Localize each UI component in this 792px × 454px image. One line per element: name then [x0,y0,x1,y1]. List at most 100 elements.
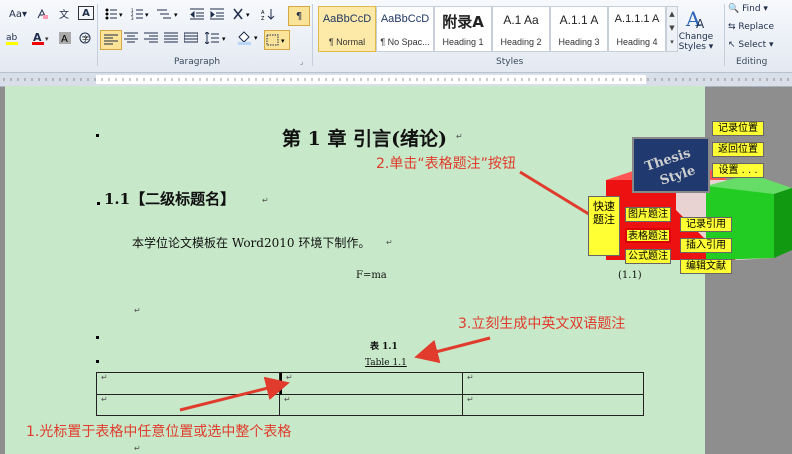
paragraph-group-label: Paragraph [174,57,221,67]
borders-button[interactable]: ▾ [264,30,290,50]
thesis-logo: Thesis Style [632,137,710,193]
ribbon: Aa▾ 文 A ab A ▾ A 字 ▾ 1 2 3 ▾ ▾ ▾ AZ ¶ ▾ … [0,0,792,73]
horizontal-ruler[interactable] [0,73,792,87]
thesis-logo-image: Thesis Style [634,139,708,191]
style-name: Heading 1 [442,37,484,47]
svg-text:▾: ▾ [119,11,123,19]
caption-chinese: 表 1.1 [370,342,398,352]
settings-button[interactable]: 设置 . . . [712,163,764,178]
distributed-icon[interactable] [182,30,200,46]
return-position-button[interactable]: 返回位置 [712,142,764,157]
svg-text:ab: ab [6,33,18,43]
justify-icon[interactable] [162,30,180,46]
style-name: Heading 4 [616,37,658,47]
section-heading: 1.1【二级标题名】 [104,190,236,208]
table-cell[interactable]: ↵ [97,395,280,415]
character-border-icon[interactable]: A [78,6,94,20]
numbering-icon[interactable]: 1 2 3 ▾ [130,6,152,22]
formula-caption-button[interactable]: 公式题注 [625,249,671,264]
paragraph-mark [97,202,100,205]
line-spacing-icon[interactable]: ▾ [204,30,230,46]
return-mark: ↵ [262,196,269,205]
figure-caption-button[interactable]: 图片题注 [625,207,671,222]
style-heading-3[interactable]: A.1.1 A Heading 3 [550,6,608,52]
align-right-icon[interactable] [142,30,160,46]
enclose-characters-icon[interactable]: 字 [78,30,92,46]
sort-icon[interactable]: AZ [260,6,276,22]
phonetic-guide-icon[interactable]: 文 [58,6,72,22]
change-styles-button[interactable]: AA Change Styles ▾ [678,6,714,54]
svg-text:▾: ▾ [281,37,285,45]
style-preview: AaBbCcD [322,13,372,25]
group-separator [312,4,313,66]
align-left-button[interactable] [100,30,122,50]
change-case-button[interactable]: Aa▾ [6,6,30,22]
editing-group-label: Editing [736,57,768,67]
style-heading-4[interactable]: A.1.1.1 A Heading 4 [608,6,666,52]
style-heading-1[interactable]: 附录A Heading 1 [434,6,492,52]
replace-label: Replace [738,22,775,32]
return-mark: ↵ [456,132,463,141]
record-reference-button[interactable]: 记录引用 [680,217,732,232]
svg-text:▾: ▾ [45,35,49,43]
group-separator [97,4,98,66]
replace-button[interactable]: ⇆ Replace [728,22,774,32]
annotation-step-2: 2.单击“表格题注”按钮 [376,156,516,172]
quick-caption-label: 快速题注 [588,196,620,256]
multilevel-list-icon[interactable]: ▾ [156,6,182,22]
styles-group-label: Styles [496,57,524,67]
style-heading-2[interactable]: A.1 Aa Heading 2 [492,6,550,52]
character-shading-icon[interactable]: A [58,30,72,46]
insert-reference-button[interactable]: 插入引用 [680,238,732,253]
svg-text:Z: Z [261,16,265,20]
document-table[interactable]: ↵ ↵ ↵ ↵ ↵ ↵ [96,372,644,416]
change-styles-icon: AA [685,7,705,30]
ruler-ticks [3,75,789,84]
chinese-layout-icon[interactable]: ▾ [232,6,254,22]
return-mark: ↵ [134,444,141,453]
svg-text:字: 字 [82,34,89,43]
return-mark: ↵ [386,238,393,247]
svg-text:▾: ▾ [254,34,258,42]
table-cell[interactable]: ↵ [463,373,643,395]
table-cell[interactable]: ↵ [463,395,643,415]
replace-icon: ⇆ [728,22,736,32]
select-button[interactable]: ↖ Select ▾ [728,40,774,50]
svg-text:▾: ▾ [174,11,178,19]
increase-indent-icon[interactable] [208,6,226,22]
font-color-icon[interactable]: A ▾ [30,30,52,46]
record-position-button[interactable]: 记录位置 [712,121,764,136]
show-hide-marks-button[interactable]: ¶ [288,6,310,26]
chapter-title: 第 1 章 引言(绪论) [282,128,448,150]
paragraph-mark [96,360,99,363]
svg-text:3: 3 [131,16,134,20]
styles-gallery-scroll[interactable]: ▲ ▼ ▾ [666,6,678,52]
bullets-icon[interactable]: ▾ [104,6,126,22]
style-preview: A.1 Aa [503,13,539,27]
change-styles-label: Change Styles ▾ [678,32,714,52]
group-separator [724,4,725,66]
style-preview: 附录A [442,13,484,31]
dialog-launcher-icon[interactable]: ⌟ [300,58,303,66]
svg-text:▾: ▾ [246,11,250,19]
edit-bibliography-button[interactable]: 编辑文献 [680,259,732,274]
style-name: Heading 2 [500,37,542,47]
style-name: ¶ Normal [328,37,366,47]
table-caption-button[interactable]: 表格题注 [625,228,671,243]
align-center-icon[interactable] [122,30,140,46]
find-button[interactable]: 🔍 Find ▾ [728,4,768,14]
decrease-indent-icon[interactable] [188,6,206,22]
table-cell-with-cursor[interactable]: ↵ [280,373,463,395]
style-no-spacing[interactable]: AaBbCcD ¶ No Spac... [376,6,434,52]
shading-icon[interactable]: ▾ [236,30,262,46]
svg-text:▾: ▾ [222,35,226,43]
style-normal[interactable]: AaBbCcD ¶ Normal [318,6,376,52]
formula: F=ma [356,270,387,281]
paragraph-mark [96,134,99,137]
table-cell[interactable]: ↵ [97,373,280,395]
clear-formatting-icon[interactable] [36,6,50,22]
highlight-color-icon[interactable]: ab [4,30,24,46]
table-cell[interactable]: ↵ [280,395,463,415]
find-label: Find ▾ [742,4,768,14]
style-preview: A.1.1.1 A [614,13,660,25]
